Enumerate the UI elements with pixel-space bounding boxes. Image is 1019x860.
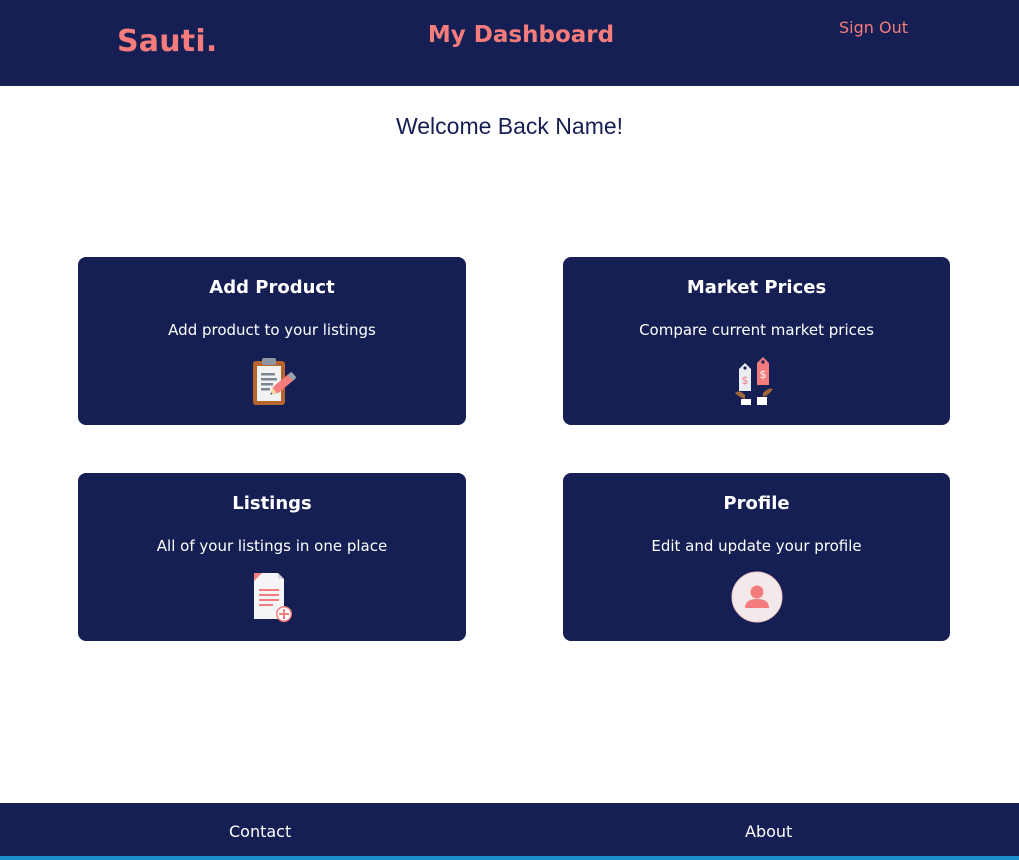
card-title: Add Product: [209, 277, 335, 298]
card-title: Listings: [232, 493, 312, 514]
svg-text:$: $: [741, 374, 748, 387]
footer: Contact About: [0, 803, 1019, 860]
svg-text:$: $: [759, 368, 766, 381]
user-avatar-icon: [729, 569, 785, 625]
welcome-message: Welcome Back Name!: [395, 113, 624, 139]
price-tags-icon: $ $: [729, 353, 785, 409]
clipboard-edit-icon: [244, 353, 300, 409]
sign-out-link[interactable]: Sign Out: [839, 18, 908, 37]
profile-card[interactable]: Profile Edit and update your profile: [563, 473, 950, 641]
card-description: Compare current market prices: [639, 321, 874, 339]
card-description: Edit and update your profile: [651, 537, 862, 555]
top-navbar: Sauti. My Dashboard Sign Out: [0, 0, 1019, 86]
card-title: Profile: [723, 493, 790, 514]
document-add-icon: [244, 569, 300, 625]
add-product-card[interactable]: Add Product Add product to your listings: [78, 257, 466, 425]
footer-accent-bar: [0, 856, 1019, 860]
about-link[interactable]: About: [745, 822, 792, 841]
market-prices-card[interactable]: Market Prices Compare current market pri…: [563, 257, 950, 425]
card-description: All of your listings in one place: [156, 537, 388, 555]
card-title: Market Prices: [686, 277, 827, 298]
card-description: Add product to your listings: [168, 321, 376, 339]
listings-card[interactable]: Listings All of your listings in one pla…: [78, 473, 466, 641]
contact-link[interactable]: Contact: [229, 822, 291, 841]
